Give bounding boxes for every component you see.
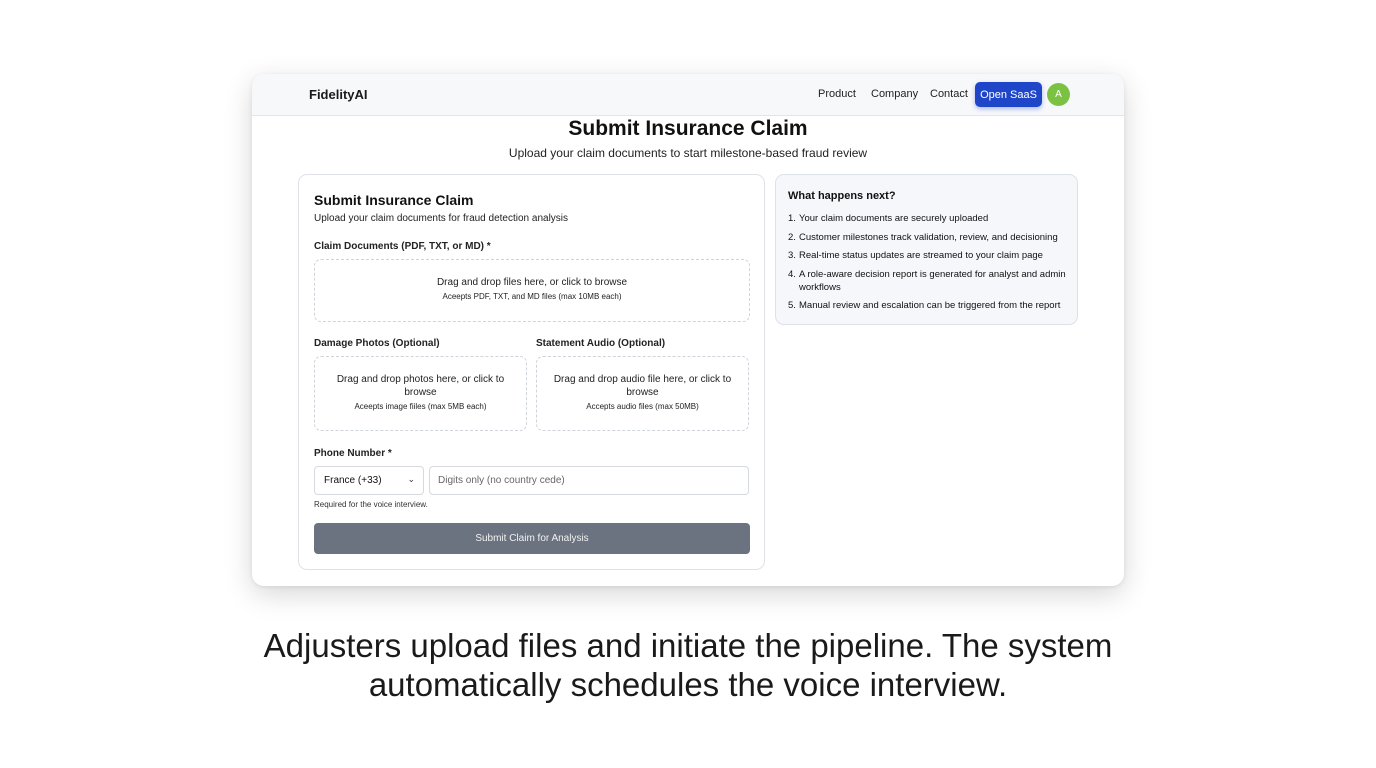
caption-line-1: Adjusters upload files and initiate the … [263, 627, 1113, 664]
phone-number-input[interactable] [429, 466, 749, 495]
damage-photos-dropzone[interactable]: Drag and drop photos here, or click to b… [314, 356, 527, 431]
statement-audio-accepts: Accepts audio files (max 50MB) [586, 402, 699, 411]
damage-photos-label: Damage Photos (Optional) [314, 338, 440, 349]
step-text: Manual review and escalation can be trig… [799, 300, 1061, 311]
submit-claim-button[interactable]: Submit Claim for Analysis [314, 523, 750, 554]
country-code-select[interactable]: France (+33) ⌄ [314, 466, 424, 495]
top-navbar: FidelityAI Product Company Contact Open … [252, 74, 1124, 116]
statement-audio-drop-text: Drag and drop audio file here, or click … [553, 374, 732, 398]
next-steps-title: What happens next? [788, 190, 896, 202]
page-title: Submit Insurance Claim [568, 117, 808, 140]
brand-logo[interactable]: FidelityAI [309, 87, 368, 102]
step-text: Your claim documents are securely upload… [799, 213, 989, 224]
claim-documents-label: Claim Documents (PDF, TXT, or MD) * [314, 241, 491, 252]
nav-link-contact[interactable]: Contact [930, 88, 968, 100]
page-subtitle: Upload your claim documents to start mil… [508, 146, 868, 160]
caption-line-2: automatically schedules the voice interv… [368, 666, 1008, 703]
list-item: 3. Real-time status updates are streamed … [788, 250, 1043, 261]
next-steps-list: 1. Your claim documents are securely uplo… [788, 212, 1068, 318]
list-item: 1. Your claim documents are securely uplo… [788, 213, 989, 224]
step-text: Real-time status updates are streamed to… [799, 250, 1043, 261]
open-saas-button[interactable]: Open SaaS [975, 82, 1042, 107]
statement-audio-dropzone[interactable]: Drag and drop audio file here, or click … [536, 356, 749, 431]
form-title: Submit Insurance Claim [314, 192, 474, 208]
app-window: FidelityAI Product Company Contact Open … [252, 74, 1124, 586]
slide-caption: Adjusters upload files and initiate the … [0, 626, 1376, 704]
step-text: A role-aware decision report is generate… [799, 268, 1066, 293]
statement-audio-label: Statement Audio (Optional) [536, 338, 666, 349]
user-avatar[interactable]: A [1047, 83, 1070, 106]
damage-photos-drop-text: Drag and drop photos here, or click to b… [336, 374, 505, 398]
list-item: 4. A role-aware decision report is genera… [788, 268, 1066, 293]
nav-link-company[interactable]: Company [871, 88, 918, 100]
form-subtitle: Upload your claim documents for fraud de… [314, 213, 569, 224]
list-item: 2. Customer milestones track validation, … [788, 231, 1058, 243]
damage-photos-accepts: Aceepts image fiiles (max 5MB each) [354, 402, 487, 411]
claim-documents-accepts: Aceepts PDF, TXT, and MD files (max 10MB… [442, 292, 622, 301]
phone-number-label: Phone Number * [314, 448, 392, 459]
step-text: Customer milestones track validation, re… [799, 231, 1058, 243]
next-steps-card: What happens next? 1. Your claim document… [775, 174, 1078, 325]
chevron-down-icon: ⌄ [407, 474, 415, 484]
claim-documents-dropzone[interactable]: Drag and drop files here, or click to br… [314, 259, 750, 322]
phone-helper-text: Required for the voice interview. [314, 500, 428, 509]
claim-documents-drop-text: Drag and drop files here, or click to br… [436, 277, 628, 288]
nav-link-product[interactable]: Product [818, 88, 856, 100]
country-code-value: France (+33) [324, 475, 382, 486]
claim-form-card: Submit Insurance Claim Upload your claim… [298, 174, 765, 570]
list-item: 5. Manual review and escalation can be tr… [788, 300, 1061, 311]
